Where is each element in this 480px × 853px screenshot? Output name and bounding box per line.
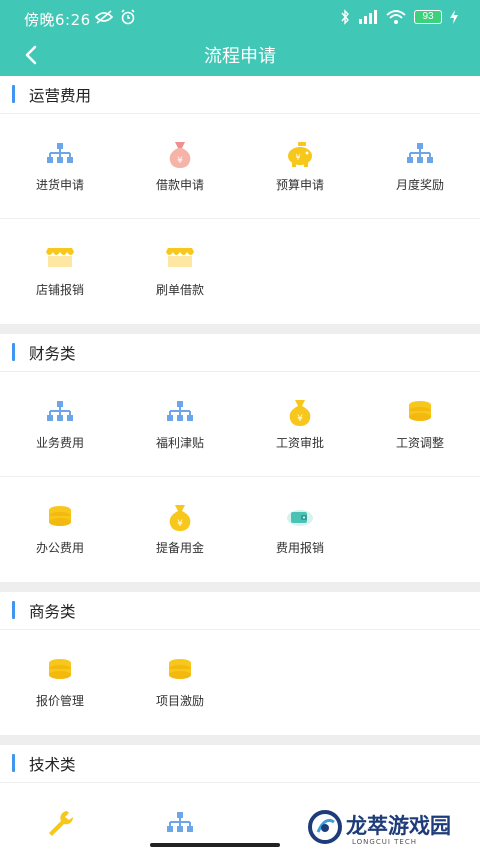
item-brush-loan[interactable]: 刷单借款 [120,219,240,324]
item-label: 刷单借款 [155,283,204,297]
hidden-eye-icon [94,10,114,24]
item-shop-reimburse[interactable]: 店铺报销 [0,219,120,324]
item-label: 提备用金 [155,541,204,555]
battery-indicator: 93 [414,10,442,24]
item-label: 店铺报销 [35,283,84,297]
item-label: 办公费用 [35,541,84,555]
section-business: 商务类 报价管理 项目激励 [0,592,480,735]
item-salary-approval[interactable]: ¥ 工资审批 [240,372,360,477]
section-divider [0,735,480,745]
org-chart-icon [167,812,193,832]
section-header: 运营费用 [0,76,480,114]
section-finance: 财务类 业务费用 福利津贴 ¥ 工资审批 工资调整 办公费用 ¥ 提备用金 费用… [0,334,480,582]
section-accent-bar [12,601,15,619]
app-header: 傍晚6:26 93 流程申请 [0,0,480,76]
item-technical-tools[interactable] [0,783,120,853]
section-divider [0,582,480,592]
home-indicator[interactable] [150,843,280,847]
content-scroll[interactable]: 运营费用 进货申请 ¥ 借款申请 ¥ 预算申请 月度奖励 店铺报销 刷单借款 财… [0,76,480,853]
item-label: 福利津贴 [155,436,204,450]
svg-text:¥: ¥ [297,414,303,424]
section-title: 财务类 [29,345,76,363]
item-label: 业务费用 [35,436,84,450]
item-label: 进货申请 [35,178,84,192]
item-expense-reimburse[interactable]: 费用报销 [240,477,360,582]
piggy-bank-icon: ¥ [288,142,312,167]
section-title: 技术类 [29,756,76,774]
item-label: 项目激励 [155,694,204,708]
item-purchase-apply[interactable]: 进货申请 [0,114,120,219]
item-label: 工资调整 [395,436,444,450]
org-chart-icon [47,401,73,421]
signal-icon [359,10,377,24]
coin-stack-icon [169,659,191,679]
item-monthly-reward[interactable]: 月度奖励 [360,114,480,219]
svg-text:¥: ¥ [177,519,183,529]
section-title: 商务类 [29,603,76,621]
org-chart-icon [407,143,433,163]
item-business-expense[interactable]: 业务费用 [0,372,120,477]
item-petty-cash[interactable]: ¥ 提备用金 [120,477,240,582]
item-label: 工资审批 [275,436,324,450]
status-time: 傍晚6:26 [24,11,91,29]
org-chart-icon [47,143,73,163]
watermark-logo-icon [308,810,342,844]
money-bag-icon: ¥ [289,400,311,426]
item-label: 费用报销 [275,541,324,555]
watermark: 龙萃游戏园 LONGCUI TECH [300,804,480,853]
section-operations: 运营费用 进货申请 ¥ 借款申请 ¥ 预算申请 月度奖励 店铺报销 刷单借款 [0,76,480,324]
page-title: 流程申请 [204,46,276,67]
item-budget-apply[interactable]: ¥ 预算申请 [240,114,360,219]
item-label: 报价管理 [35,694,84,708]
shop-awning-icon [46,248,74,267]
svg-text:¥: ¥ [177,156,183,166]
coin-stack-icon [409,401,431,421]
money-bag-pink-icon: ¥ [169,142,191,168]
coin-stack-icon [49,506,71,526]
item-quote-manage[interactable]: 报价管理 [0,630,120,735]
section-divider [0,324,480,334]
item-welfare-allowance[interactable]: 福利津贴 [120,372,240,477]
item-loan-apply[interactable]: ¥ 借款申请 [120,114,240,219]
item-project-incentive[interactable]: 项目激励 [120,630,240,735]
watermark-subtitle: LONGCUI TECH [352,838,417,846]
section-accent-bar [12,343,15,361]
section-header: 技术类 [0,745,480,783]
charging-icon [450,10,458,24]
bluetooth-icon [341,9,349,25]
watermark-name: 龙萃游戏园 [346,814,451,838]
item-label: 月度奖励 [395,178,444,192]
status-bar: 傍晚6:26 93 [0,0,480,36]
item-office-expense[interactable]: 办公费用 [0,477,120,582]
nav-bar: 流程申请 [0,36,480,76]
alarm-icon [121,9,135,25]
shop-awning-icon [166,248,194,267]
wifi-icon [386,10,406,24]
section-accent-bar [12,85,15,103]
wallet-icon [287,510,313,526]
org-chart-icon [167,401,193,421]
item-label: 借款申请 [155,178,204,192]
svg-text:¥: ¥ [295,153,300,162]
money-bag-icon: ¥ [169,505,191,531]
item-salary-adjust[interactable]: 工资调整 [360,372,480,477]
section-header: 商务类 [0,592,480,630]
section-title: 运营费用 [29,87,92,105]
item-label: 预算申请 [275,178,324,192]
wrench-icon [49,811,74,836]
coin-stack-icon [49,659,71,679]
section-accent-bar [12,754,15,772]
section-header: 财务类 [0,334,480,372]
